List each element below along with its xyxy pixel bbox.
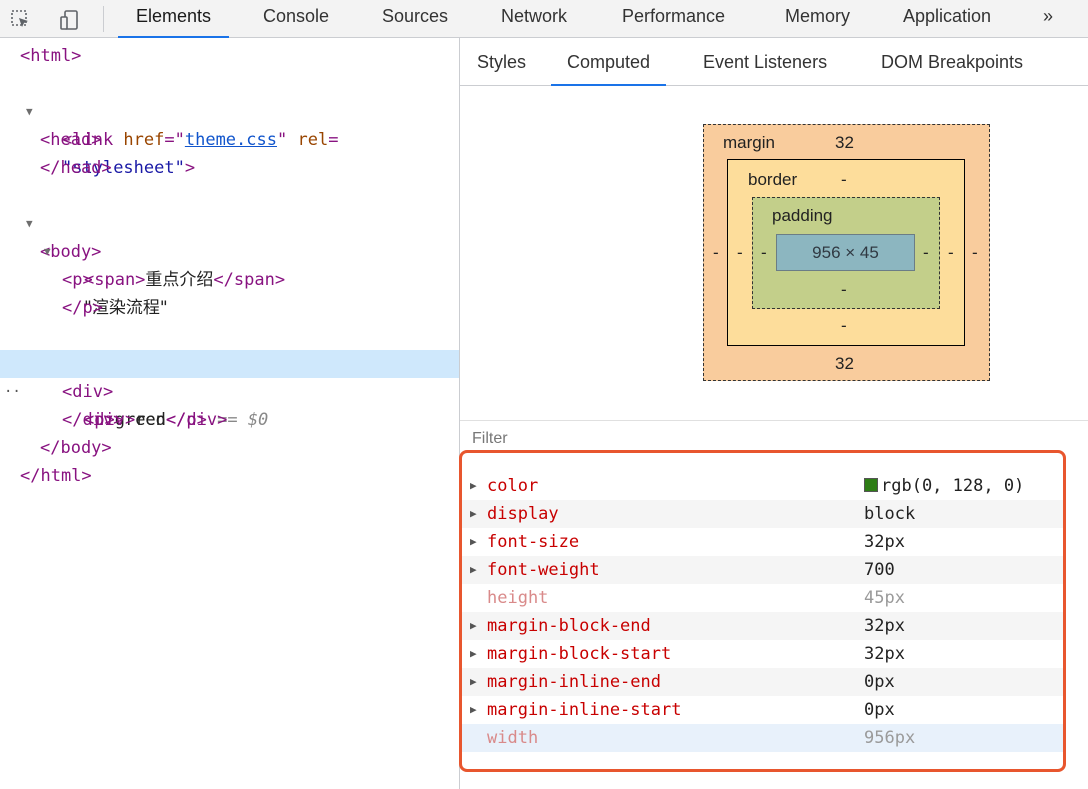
margin-top-value[interactable]: 32 [835, 133, 854, 153]
dom-node-html-close[interactable]: </html> [0, 462, 459, 490]
toolbar-divider [103, 6, 104, 32]
tab-computed[interactable]: Computed [550, 38, 667, 86]
inspect-element-icon[interactable] [10, 9, 32, 31]
dom-node-link[interactable]: <link href="theme.css" rel= [0, 98, 459, 150]
padding-right-value[interactable]: - [923, 243, 929, 263]
margin-right-value[interactable]: - [972, 243, 978, 263]
tab-event-listeners[interactable]: Event Listeners [703, 38, 827, 86]
dom-node-selected-p[interactable]: ·· <p>green</p> == $0 [0, 350, 459, 430]
dom-node-body-open[interactable]: ▼ <body> [0, 182, 459, 262]
margin-bottom-value[interactable]: 32 [835, 354, 854, 374]
dom-node-div-close[interactable]: </div> [0, 406, 459, 434]
filter-input[interactable]: Filter [472, 430, 508, 448]
tab-dom-breakpoints[interactable]: DOM Breakpoints [881, 38, 1023, 86]
border-bottom-value[interactable]: - [841, 316, 847, 336]
border-top-value[interactable]: - [841, 170, 847, 190]
dom-node-head-close[interactable]: </head> [0, 154, 459, 182]
dom-node-head-open[interactable]: ▼ <head> [0, 70, 459, 150]
border-left-value[interactable]: - [737, 243, 743, 263]
dom-tree: <html> ▼ <head> <link href="theme.css" r… [0, 38, 459, 789]
tab-network[interactable]: Network [501, 0, 567, 38]
sidebar-tabs: Styles Computed Event Listeners DOM Brea… [460, 38, 1088, 86]
border-right-value[interactable]: - [948, 243, 954, 263]
margin-left-value[interactable]: - [713, 243, 719, 263]
tab-application[interactable]: Application [903, 0, 991, 38]
dom-node-div-open[interactable]: ▼ <div> [0, 322, 459, 402]
tab-console[interactable]: Console [263, 0, 329, 38]
device-toggle-icon[interactable] [58, 9, 80, 31]
tab-styles[interactable]: Styles [477, 38, 526, 86]
dom-node-span[interactable]: <span>重点介绍</span> [0, 238, 459, 290]
dom-node-p-open[interactable]: ▼ <p> [0, 210, 459, 290]
padding-left-value[interactable]: - [761, 243, 767, 263]
tab-performance[interactable]: Performance [622, 0, 725, 38]
filter-divider [460, 420, 1088, 421]
box-model-content[interactable]: 956 × 45 [776, 234, 915, 271]
margin-label: margin [723, 133, 775, 152]
dom-text-node[interactable]: "渲染流程" [0, 266, 459, 318]
devtools-toolbar: Elements Console Sources Network Perform… [0, 0, 1088, 38]
more-tabs-button[interactable]: » [1043, 0, 1053, 38]
tab-sources[interactable]: Sources [382, 0, 448, 38]
dom-node-link-cont: "stylesheet"> [62, 158, 196, 178]
dom-node-p-close[interactable]: </p> [0, 294, 459, 322]
dom-node-body-close[interactable]: </body> [0, 434, 459, 462]
border-label: border [748, 170, 798, 189]
padding-label: padding [772, 206, 833, 225]
highlight-annotation-box [459, 450, 1066, 772]
tab-memory[interactable]: Memory [785, 0, 850, 38]
dom-node-html-open[interactable]: <html> [0, 42, 459, 70]
tab-elements[interactable]: Elements [117, 0, 230, 38]
dom-node-div-red[interactable]: <div>red</div> [0, 378, 459, 430]
padding-bottom-value[interactable]: - [841, 280, 847, 300]
